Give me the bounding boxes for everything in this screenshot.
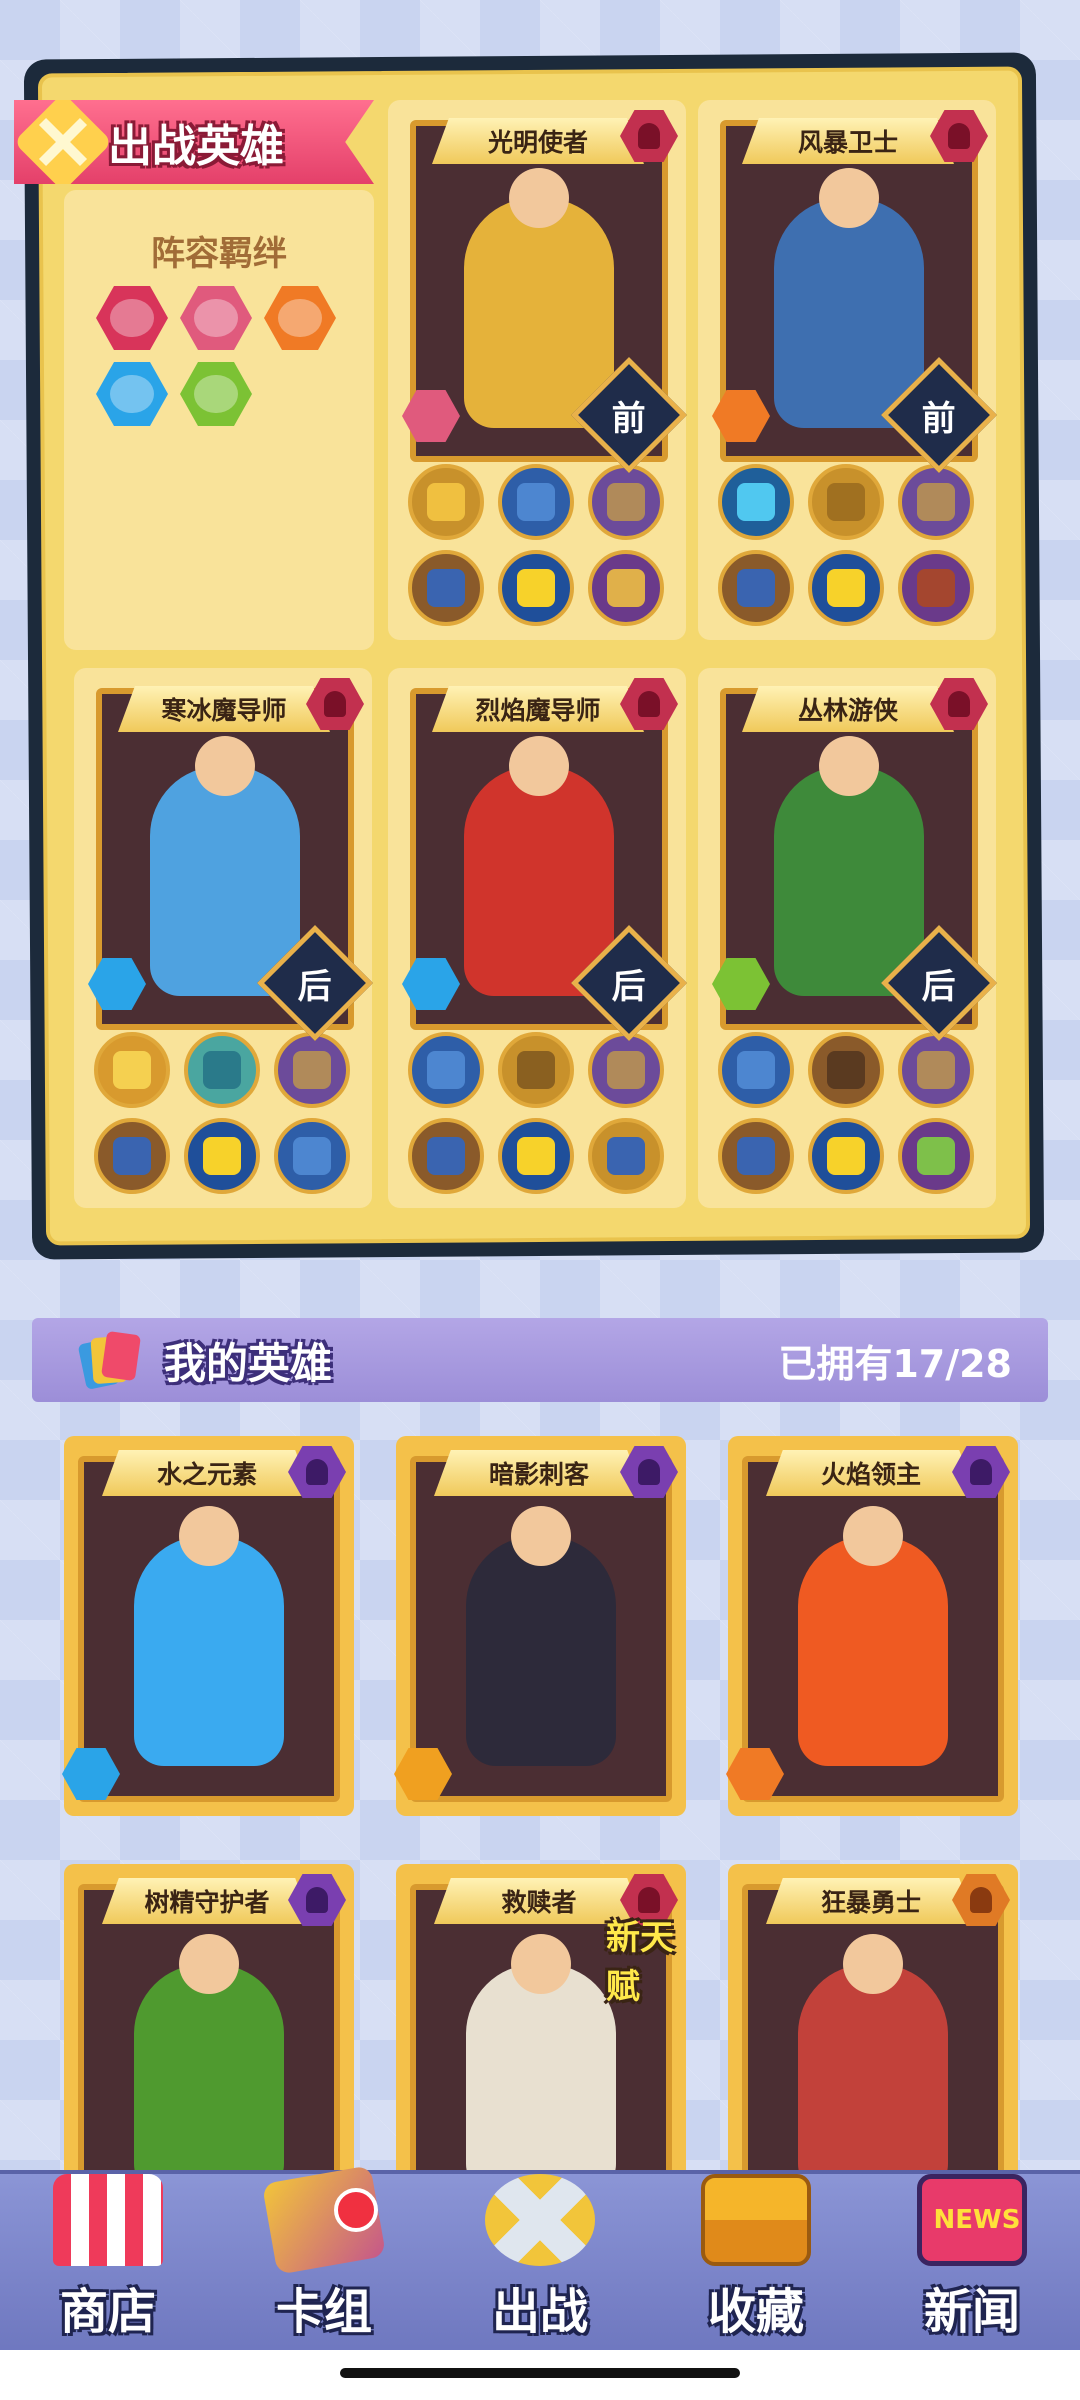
glove-equip-icon[interactable]	[718, 550, 794, 626]
knot-equip-icon[interactable]	[498, 1032, 574, 1108]
hero-name: 烈焰魔导师	[432, 686, 644, 732]
battle-hero-card[interactable]: 风暴卫士 前	[698, 100, 997, 640]
fire-element-icon[interactable]	[264, 286, 336, 350]
owned-count: 已拥有17/28	[778, 1341, 1012, 1386]
treasure-chest-icon	[701, 2174, 811, 2266]
glove-equip-icon[interactable]	[408, 1118, 484, 1194]
hero-name: 风暴卫士	[742, 118, 954, 164]
hero-name: 树精守护者	[102, 1878, 312, 1924]
gem-equip-icon[interactable]	[808, 550, 884, 626]
wolf-helm-equip-icon[interactable]	[274, 1032, 350, 1108]
hero-name: 光明使者	[432, 118, 644, 164]
nav-label: 商店	[59, 2284, 156, 2340]
glove-equip-icon[interactable]	[408, 550, 484, 626]
hero-portrait	[410, 1456, 672, 1802]
banner-equip-icon[interactable]	[274, 1118, 350, 1194]
nav-shop[interactable]: 商店	[18, 2174, 198, 2354]
cards-icon	[77, 1330, 142, 1391]
battle-heroes-ribbon: 出战英雄	[14, 100, 374, 184]
wolf-helm-equip-icon[interactable]	[898, 464, 974, 540]
nav-deck[interactable]: 卡组	[234, 2165, 414, 2354]
nav-label: 收藏	[707, 2284, 804, 2340]
scroll-equip-icon[interactable]	[588, 1118, 664, 1194]
battle-hero-card[interactable]: 寒冰魔导师 后	[74, 668, 373, 1208]
equipment-slots	[718, 464, 978, 626]
nav-battle[interactable]: 出战	[450, 2174, 630, 2354]
glove-equip-icon[interactable]	[94, 1118, 170, 1194]
wolf-helm-equip-icon[interactable]	[588, 1032, 664, 1108]
team-bond-panel[interactable]: 阵容羁绊	[64, 190, 374, 650]
hero-name: 寒冰魔导师	[118, 686, 330, 732]
warrior-class-icon[interactable]	[96, 286, 168, 350]
bottom-nav: 商店 卡组 出战 收藏 NEWS 新闻	[0, 2165, 1080, 2354]
nature-element-icon[interactable]	[180, 362, 252, 426]
equipment-slots	[408, 464, 668, 626]
battle-swords-icon	[485, 2174, 595, 2266]
equipment-slots	[408, 1032, 668, 1194]
nav-label: 出战	[491, 2284, 588, 2340]
gauntlet-equip-icon[interactable]	[408, 464, 484, 540]
my-heroes-title: 我的英雄	[164, 1338, 333, 1388]
wolf-helm-equip-icon[interactable]	[588, 464, 664, 540]
banner-equip-icon[interactable]	[718, 1032, 794, 1108]
nav-news[interactable]: NEWS 新闻	[882, 2174, 1062, 2354]
my-hero-card[interactable]: 暗影刺客	[394, 1436, 686, 1816]
glove-equip-icon[interactable]	[718, 1118, 794, 1194]
hero-name: 火焰领主	[766, 1450, 976, 1496]
battle-hero-card[interactable]: 烈焰魔导师 后	[388, 668, 687, 1208]
quiver-equip-icon[interactable]	[808, 1032, 884, 1108]
water-element-icon[interactable]	[96, 362, 168, 426]
new-talent-tag: 新天赋	[606, 1918, 674, 2007]
gem-equip-icon[interactable]	[498, 550, 574, 626]
team-bond-title: 阵容羁绊	[151, 234, 287, 274]
sun-orb-equip-icon[interactable]	[94, 1032, 170, 1108]
wings-equip-icon[interactable]	[588, 550, 664, 626]
crossed-swords-icon	[14, 100, 113, 184]
armor-class-icon[interactable]	[180, 286, 252, 350]
team-bond-icons	[96, 286, 346, 426]
news-tv-icon: NEWS	[917, 2174, 1027, 2266]
hammer-equip-icon[interactable]	[898, 550, 974, 626]
home-indicator[interactable]	[340, 2368, 740, 2378]
wolf-helm-equip-icon[interactable]	[898, 1032, 974, 1108]
notification-dot	[334, 2188, 378, 2232]
crystal-equip-icon[interactable]	[718, 464, 794, 540]
hero-name: 水之元素	[102, 1450, 312, 1496]
hero-portrait	[742, 1456, 1004, 1802]
banner-equip-icon[interactable]	[498, 464, 574, 540]
equipment-slots	[718, 1032, 978, 1194]
amulet-equip-icon[interactable]	[808, 464, 884, 540]
gem-equip-icon[interactable]	[808, 1118, 884, 1194]
gem-equip-icon[interactable]	[184, 1118, 260, 1194]
bow-equip-icon[interactable]	[898, 1118, 974, 1194]
nav-label: 卡组	[275, 2284, 372, 2340]
nav-label: 新闻	[923, 2284, 1020, 2340]
battle-hero-card[interactable]: 光明使者 前	[388, 100, 687, 640]
hero-name: 暗影刺客	[434, 1450, 644, 1496]
my-hero-card[interactable]: 水之元素	[62, 1436, 354, 1816]
hero-portrait	[78, 1456, 340, 1802]
nav-collection[interactable]: 收藏	[666, 2174, 846, 2354]
hero-name: 狂暴勇士	[766, 1878, 976, 1924]
my-heroes-header: 我的英雄 已拥有17/28	[32, 1318, 1048, 1402]
banner-equip-icon[interactable]	[408, 1032, 484, 1108]
gem-equip-icon[interactable]	[498, 1118, 574, 1194]
equipment-slots	[94, 1032, 354, 1194]
my-hero-card[interactable]: 火焰领主	[726, 1436, 1018, 1816]
boots-equip-icon[interactable]	[184, 1032, 260, 1108]
battle-hero-card[interactable]: 丛林游侠 后	[698, 668, 997, 1208]
battle-heroes-title: 出战英雄	[108, 121, 284, 172]
hero-name: 丛林游侠	[742, 686, 954, 732]
shop-icon	[53, 2174, 163, 2266]
